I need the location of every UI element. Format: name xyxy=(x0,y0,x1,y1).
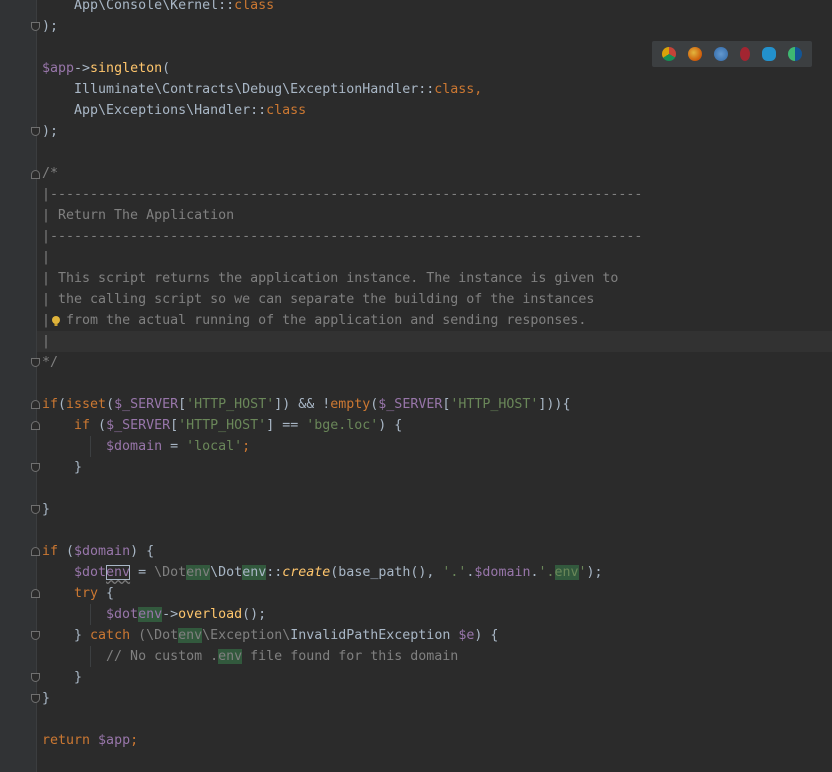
code-line: } catch (\Dotenv\Exception\InvalidPathEx… xyxy=(42,628,499,643)
code-line: try { xyxy=(42,586,115,601)
code-line: ); xyxy=(42,124,59,139)
comment-line: |---------------------------------------… xyxy=(42,187,643,202)
code-line: } xyxy=(42,670,83,685)
fold-marker[interactable] xyxy=(31,170,40,179)
code-line: $dotenv->overload(); xyxy=(42,607,267,622)
fold-marker[interactable] xyxy=(31,127,40,136)
fold-marker[interactable] xyxy=(31,358,40,367)
fold-marker[interactable] xyxy=(31,589,40,598)
fold-marker[interactable] xyxy=(31,694,40,703)
comment-line: | Return The Application xyxy=(42,208,235,223)
code-line: if(isset($_SERVER['HTTP_HOST']) && !empt… xyxy=(42,397,571,412)
fold-marker[interactable] xyxy=(31,400,40,409)
code-line: return $app; xyxy=(42,733,139,748)
fold-marker[interactable] xyxy=(31,505,40,514)
code-line: if ($_SERVER['HTTP_HOST'] == 'bge.loc') … xyxy=(42,418,403,433)
code-line: Illuminate\Contracts\Debug\ExceptionHand… xyxy=(42,82,483,97)
fold-marker[interactable] xyxy=(31,631,40,640)
fold-marker[interactable] xyxy=(31,421,40,430)
comment-line: | the calling script so we can separate … xyxy=(42,292,595,307)
code-line: $dotenv = \Dotenv\Dotenv::create(base_pa… xyxy=(42,565,603,580)
safari-icon[interactable] xyxy=(714,47,728,61)
code-line: } xyxy=(42,460,83,475)
comment-line: | xyxy=(42,334,51,349)
comment-line: | This script returns the application in… xyxy=(42,271,619,286)
code-editor[interactable]: App\Console\Kernel::class ); $app->singl… xyxy=(0,0,832,772)
firefox-icon[interactable] xyxy=(688,47,702,61)
opera-icon[interactable] xyxy=(740,47,750,61)
code-line: $domain = 'local'; xyxy=(42,439,251,454)
code-line: if ($domain) { xyxy=(42,544,155,559)
comment-line: | xyxy=(42,250,51,265)
code-line: $app->singleton( xyxy=(42,61,171,76)
current-line-highlight xyxy=(37,331,832,352)
comment-line: /* xyxy=(42,166,59,181)
fold-marker[interactable] xyxy=(31,547,40,556)
comment-line: | from the actual running of the applica… xyxy=(42,313,587,328)
code-line: ); xyxy=(42,19,59,34)
browser-preview-bar xyxy=(652,41,812,67)
comment-line: // No custom .env file found for this do… xyxy=(42,649,459,664)
fold-marker[interactable] xyxy=(31,463,40,472)
code-line: } xyxy=(42,691,51,706)
edge-icon[interactable] xyxy=(788,47,802,61)
chrome-icon[interactable] xyxy=(662,47,676,61)
code-line: } xyxy=(42,502,51,517)
ie-icon[interactable] xyxy=(762,47,776,61)
code-line: App\Console\Kernel::class xyxy=(42,0,275,13)
comment-line: */ xyxy=(42,355,59,370)
code-line: App\Exceptions\Handler::class xyxy=(42,103,307,118)
comment-line: |---------------------------------------… xyxy=(42,229,643,244)
fold-marker[interactable] xyxy=(31,673,40,682)
editor-gutter[interactable] xyxy=(0,0,37,772)
fold-marker[interactable] xyxy=(31,22,40,31)
